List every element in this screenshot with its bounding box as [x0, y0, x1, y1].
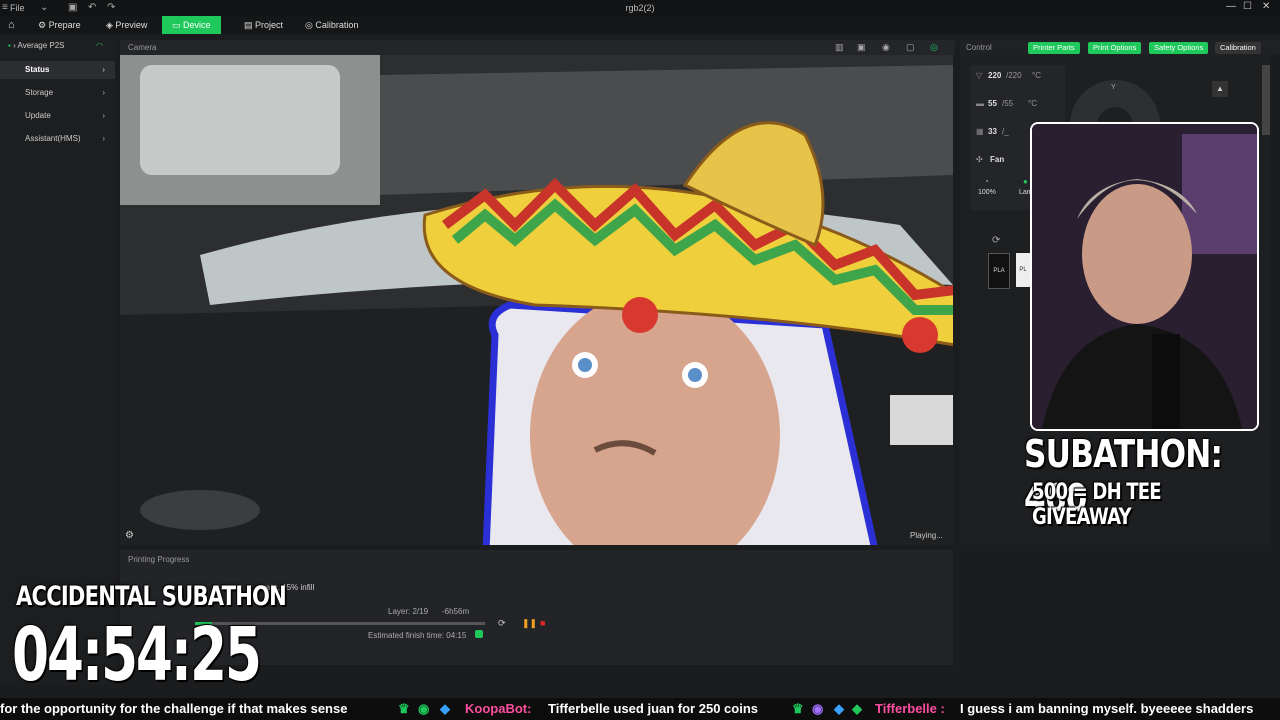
chevron-right-icon: ›: [102, 88, 105, 97]
chevron-right-icon: ›: [102, 65, 105, 74]
minimize-icon[interactable]: —: [1226, 1, 1236, 12]
pause-icon[interactable]: ❚❚: [522, 618, 537, 629]
main-tab-bar: ⌂ ⚙ Prepare ◈ Preview ▭ Device ▤ Project…: [0, 16, 1280, 34]
streamer-image: [1032, 124, 1257, 429]
printer-selector[interactable]: ▪ › Average P2S ◠: [8, 41, 103, 50]
print-options-button[interactable]: Print Options: [1088, 42, 1142, 54]
tab-device-label: Device: [183, 20, 211, 30]
sidebar-item-update[interactable]: Update ›: [0, 107, 115, 125]
bed-unit: °C: [1028, 99, 1037, 108]
chat-ticker: for the opportunity for the challenge if…: [0, 698, 1280, 720]
tab-preview-label: Preview: [115, 20, 148, 30]
bed-icon: ▬: [976, 99, 984, 108]
printer-name: Average P2S: [17, 41, 65, 50]
tab-prepare[interactable]: ⚙ Prepare: [38, 16, 81, 34]
tab-device[interactable]: ▭ Device: [162, 16, 221, 34]
nozzle-unit: °C: [1032, 71, 1041, 80]
tab-prepare-label: Prepare: [48, 20, 81, 30]
layer-count: Layer: 2/19: [388, 607, 429, 616]
subathon-timer: 04:54:25: [12, 612, 262, 698]
printer-parts-button[interactable]: Printer Parts: [1028, 42, 1080, 54]
svg-text:Y: Y: [1111, 84, 1116, 91]
refresh-filament-icon[interactable]: ⟳: [992, 235, 1000, 246]
camera-header: Camera ▥ ▣ ◉ ▢ ◎: [120, 40, 955, 55]
sombrero-sticker: [422, 121, 953, 545]
camera-feed: ⚙ Playing...: [120, 55, 953, 545]
badge-icon: ♛: [792, 701, 804, 716]
window-title: rgb2(2): [625, 3, 655, 13]
ticker-message: Tifferbelle used juan for 250 coins: [548, 701, 758, 716]
badge-icon: ◆: [440, 701, 450, 716]
badge-icon: ◉: [418, 701, 430, 716]
filament-slot-2[interactable]: PL: [1016, 253, 1030, 287]
refresh-icon[interactable]: ⟳: [498, 618, 506, 629]
badge-icon: ◆: [852, 701, 862, 716]
ticker-username: KoopaBot:: [465, 701, 532, 716]
tab-project[interactable]: ▤ Project: [244, 16, 283, 34]
tab-calibration[interactable]: ◎ Calibration: [305, 16, 358, 34]
streamer-webcam: [1030, 122, 1259, 431]
timelapse-icon[interactable]: ◉: [882, 42, 890, 53]
sidebar-item-label: Assistant(HMS): [25, 134, 81, 143]
settings-icon[interactable]: ⚙: [125, 530, 134, 541]
chamber-temp: 33: [988, 127, 997, 136]
chamber-target[interactable]: /_: [1002, 127, 1009, 136]
chevron-right-icon: ›: [102, 111, 105, 120]
nozzle-target[interactable]: /220: [1006, 71, 1022, 80]
accidental-subathon-label: ACCIDENTAL SUBATHON: [16, 581, 287, 612]
scrollbar[interactable]: [1262, 65, 1270, 135]
tab-preview[interactable]: ◈ Preview: [106, 16, 147, 34]
camera-status: Playing...: [910, 531, 943, 540]
badge-icon: ◆: [834, 701, 844, 716]
badge-icon: ♛: [398, 701, 410, 716]
camera-toggle-icon[interactable]: ◎: [930, 42, 938, 53]
bed-temp: 55: [988, 99, 997, 108]
giveaway-goal: 500 = DH TEE GIVEAWAY: [1032, 480, 1162, 530]
sidebar-item-storage[interactable]: Storage ›: [0, 84, 115, 102]
tab-project-label: Project: [255, 20, 284, 30]
progress-title: Printing Progress: [128, 555, 190, 564]
sidebar-item-assistant[interactable]: Assistant(HMS) ›: [0, 130, 115, 148]
fan-label: Fan: [990, 155, 1005, 164]
lamp-icon[interactable]: ●: [1023, 177, 1028, 186]
time-remaining: -6h56m: [442, 607, 470, 616]
filament-slot-1[interactable]: PLA: [988, 253, 1010, 289]
stop-icon[interactable]: ■: [540, 618, 545, 628]
z-up-button[interactable]: ▲: [1212, 81, 1228, 97]
estimated-finish: Estimated finish time: 04:15: [368, 631, 467, 640]
camera-title: Camera: [128, 43, 157, 52]
tab-calibration-label: Calibration: [315, 20, 359, 30]
nozzle-temp: 220: [988, 71, 1002, 80]
printer-icon: ▪: [8, 41, 11, 50]
sidebar-item-label: Status: [25, 65, 50, 74]
nozzle-icon: ▽: [976, 71, 983, 80]
status-indicator: [475, 630, 483, 638]
close-icon[interactable]: ✕: [1262, 1, 1270, 12]
record-icon[interactable]: ▣: [857, 42, 866, 53]
badge-icon: ◉: [812, 701, 824, 716]
title-bar: ≡ File ⌄ ▣ ↶ ↷ rgb2(2) — ☐ ✕: [0, 0, 1280, 16]
sidebar-item-label: Update: [25, 111, 51, 120]
fan-speed: 100%: [978, 189, 996, 196]
control-title: Control: [966, 43, 992, 52]
video-icon[interactable]: ▢: [906, 42, 915, 53]
bed-target[interactable]: /55: [1002, 99, 1013, 108]
sdcard-icon[interactable]: ▥: [835, 42, 844, 53]
safety-options-button[interactable]: Safety Options: [1149, 42, 1209, 54]
chamber-icon: ▦: [976, 127, 984, 136]
calibration-button[interactable]: Calibration: [1215, 42, 1261, 54]
sidebar-item-status[interactable]: Status ›: [0, 61, 115, 79]
ticker-username: Tifferbelle :: [875, 701, 945, 716]
ticker-message: for the opportunity for the challenge if…: [0, 701, 348, 716]
sidebar-item-label: Storage: [25, 88, 54, 97]
ticker-message: I guess i am banning myself. byeeeee sha…: [960, 701, 1254, 716]
home-icon[interactable]: ⌂: [8, 16, 15, 34]
fan-icon: ✣: [976, 155, 983, 164]
fan-speed-icon[interactable]: ◔: [984, 177, 989, 186]
wifi-icon: ◠: [96, 41, 103, 50]
chevron-right-icon: ›: [102, 134, 105, 143]
maximize-icon[interactable]: ☐: [1243, 1, 1252, 12]
